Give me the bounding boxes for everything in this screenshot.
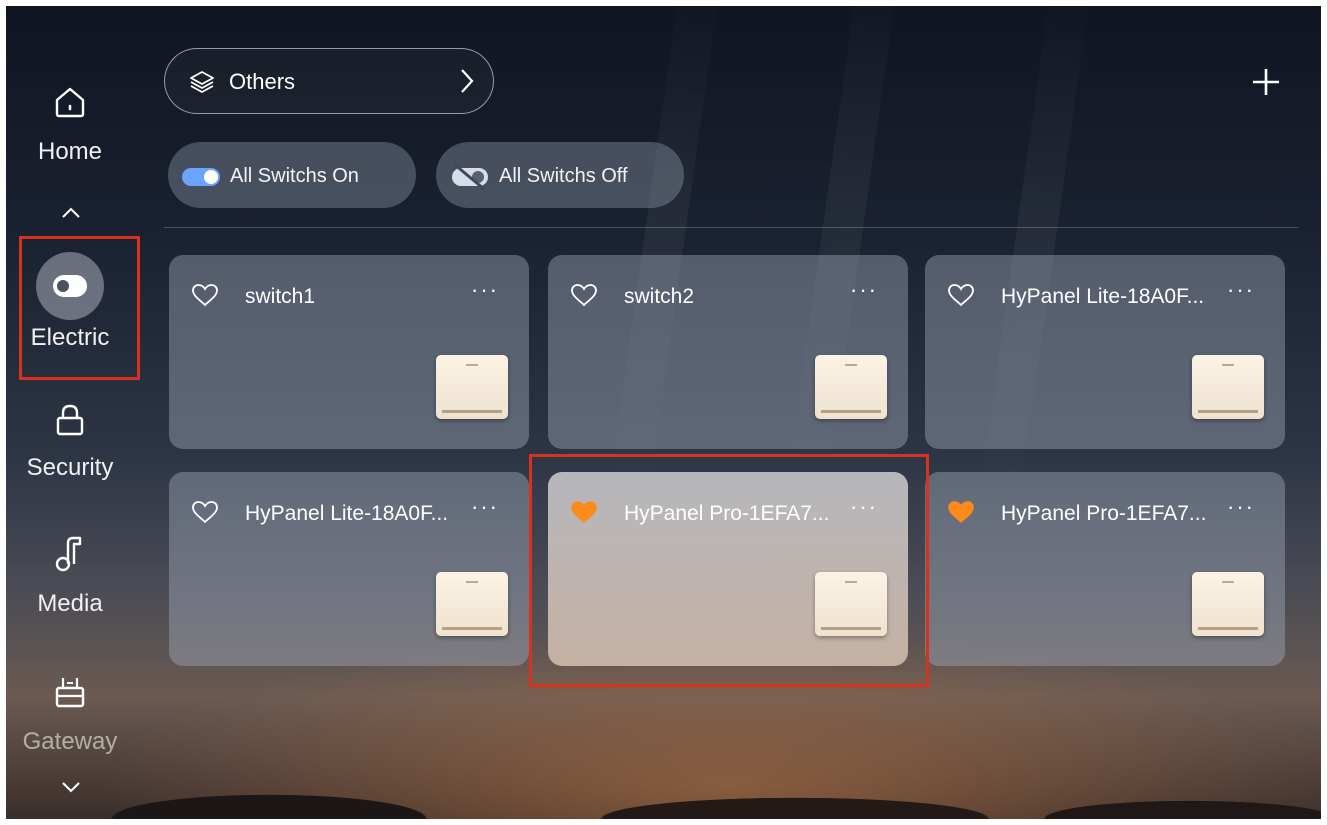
more-options-icon[interactable]: ··· <box>850 277 878 303</box>
sidebar-item-home[interactable]: Home <box>0 84 140 166</box>
sidebar-item-media[interactable]: Media <box>0 534 140 618</box>
device-name: HyPanel Lite-18A0F... <box>245 502 449 525</box>
device-card[interactable]: switch1 ··· <box>169 255 529 449</box>
wall-switch-image <box>1192 355 1264 419</box>
wall-switch-image <box>815 355 887 419</box>
device-name: HyPanel Lite-18A0F... <box>1001 285 1205 308</box>
sidebar-item-label: Media <box>37 590 103 617</box>
wall-switch-image <box>1192 572 1264 636</box>
plus-icon[interactable] <box>1250 66 1282 98</box>
all-switches-on-button[interactable]: All Switchs On <box>168 142 416 208</box>
heart-outline-icon[interactable] <box>570 283 598 307</box>
toggle-off-icon <box>452 162 488 190</box>
layers-icon <box>190 71 214 93</box>
chevron-down-icon[interactable] <box>61 780 81 794</box>
toggle-on-icon <box>182 168 220 186</box>
sidebar-item-label: Security <box>26 454 114 481</box>
room-selector[interactable]: Others <box>164 48 494 114</box>
device-name: switch1 <box>245 285 316 308</box>
device-name: HyPanel Pro-1EFA7... <box>1001 502 1207 525</box>
device-card[interactable]: switch2 ··· <box>548 255 908 449</box>
lock-icon <box>56 404 84 436</box>
chevron-up-icon[interactable] <box>61 205 81 219</box>
sidebar-item-label: Home <box>37 138 103 165</box>
sidebar-item-label: Gateway <box>22 728 118 755</box>
device-card[interactable]: HyPanel Lite-18A0F... ··· <box>925 255 1285 449</box>
all-on-label: All Switchs On <box>230 165 359 187</box>
more-options-icon[interactable]: ··· <box>471 494 499 520</box>
chevron-right-icon <box>461 69 474 93</box>
heart-filled-icon[interactable] <box>947 500 975 524</box>
sidebar-item-security[interactable]: Security <box>0 402 140 482</box>
all-off-label: All Switchs Off <box>499 165 628 187</box>
selection-highlight <box>19 236 140 380</box>
wall-switch-image <box>436 572 508 636</box>
room-label: Others <box>229 69 296 94</box>
more-options-icon[interactable]: ··· <box>1227 494 1255 520</box>
music-note-icon <box>55 536 82 572</box>
heart-outline-icon[interactable] <box>191 283 219 307</box>
background-hills <box>6 774 1321 819</box>
divider <box>164 227 1298 228</box>
router-icon <box>55 678 85 708</box>
all-switches-off-button[interactable]: All Switchs Off <box>436 142 684 208</box>
more-options-icon[interactable]: ··· <box>1227 277 1255 303</box>
device-card[interactable]: HyPanel Lite-18A0F... ··· <box>169 472 529 666</box>
more-options-icon[interactable]: ··· <box>471 277 499 303</box>
device-card[interactable]: HyPanel Pro-1EFA7... ··· <box>925 472 1285 666</box>
wall-switch-image <box>436 355 508 419</box>
sidebar-item-gateway[interactable]: Gateway <box>0 674 140 756</box>
device-name: switch2 <box>624 285 695 308</box>
home-icon <box>55 87 85 118</box>
heart-outline-icon[interactable] <box>947 283 975 307</box>
heart-outline-icon[interactable] <box>191 500 219 524</box>
card-selection-highlight <box>529 454 929 687</box>
